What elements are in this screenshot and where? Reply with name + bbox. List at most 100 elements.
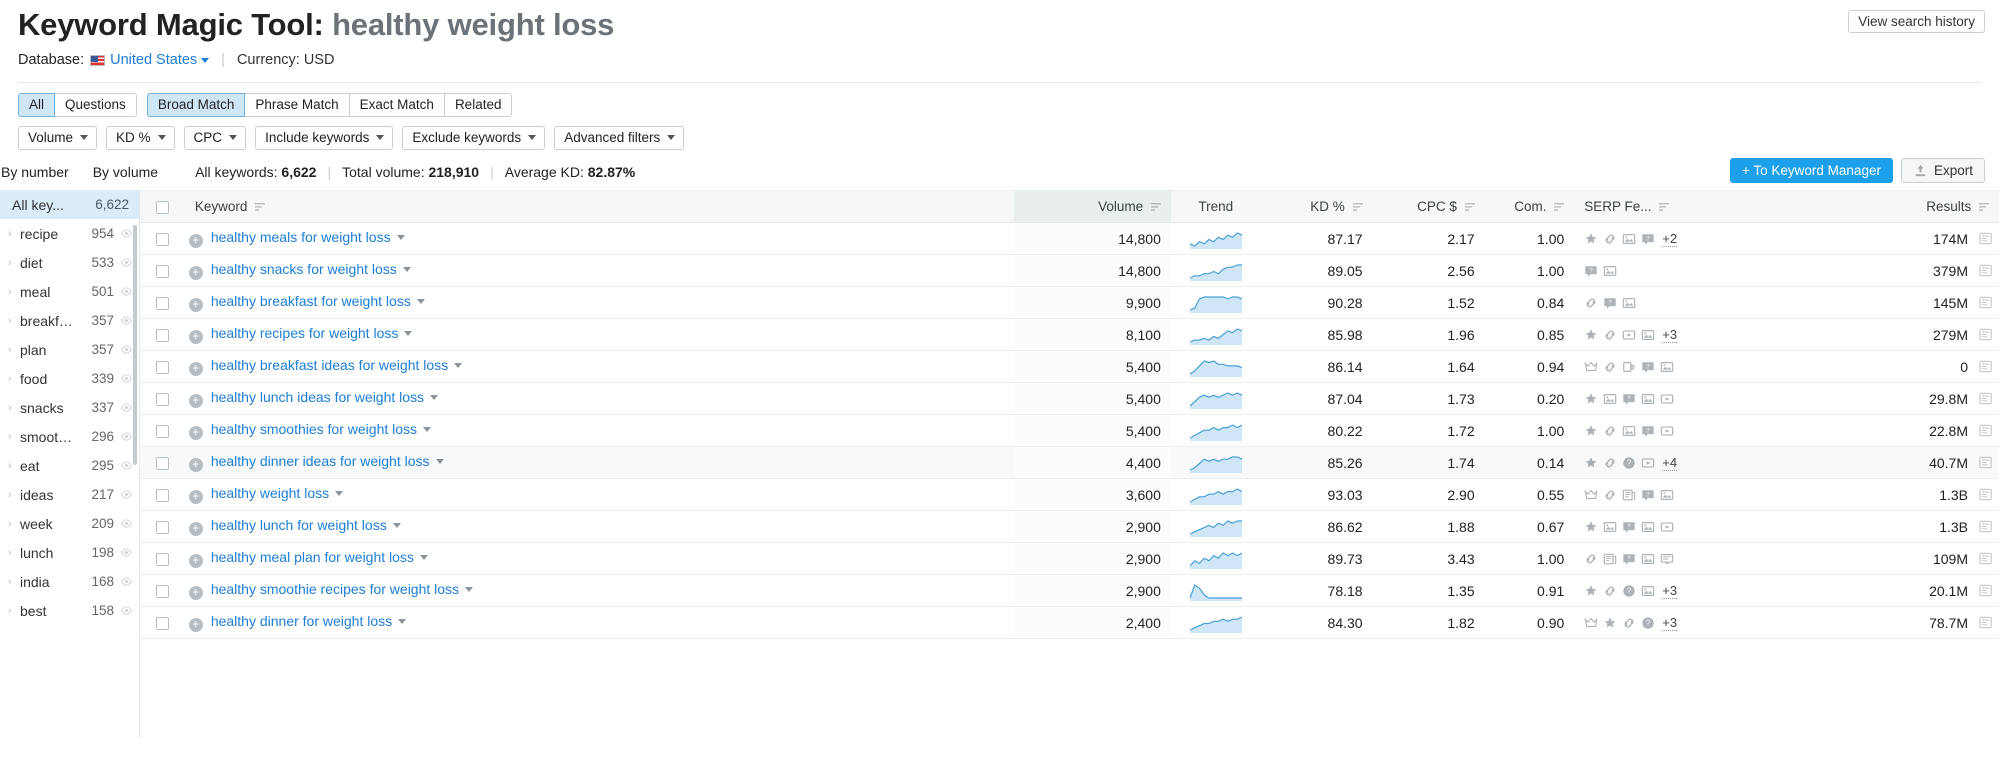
keyword-link[interactable]: healthy recipes for weight loss: [211, 325, 399, 341]
keyword-link[interactable]: healthy smoothies for weight loss: [211, 421, 417, 437]
table-row[interactable]: +healthy smoothie recipes for weight los…: [140, 575, 1999, 607]
eye-icon[interactable]: [120, 256, 133, 269]
serp-star-icon[interactable]: [1584, 456, 1598, 470]
row-checkbox[interactable]: [156, 489, 169, 502]
serp-link-icon[interactable]: [1603, 488, 1617, 502]
keyword-link[interactable]: healthy lunch for weight loss: [211, 517, 387, 533]
serp-question-icon[interactable]: ?: [1622, 456, 1636, 470]
table-row[interactable]: +healthy lunch for weight loss2,90086.62…: [140, 511, 1999, 543]
row-checkbox[interactable]: [156, 457, 169, 470]
serp-star-icon[interactable]: [1603, 616, 1617, 630]
eye-icon[interactable]: [120, 401, 133, 414]
sidebar-scrollbar[interactable]: [133, 225, 137, 465]
serp-image-icon[interactable]: [1641, 328, 1655, 342]
serp-preview-icon[interactable]: [1978, 615, 1993, 630]
tab-phrase-match[interactable]: Phrase Match: [245, 93, 349, 117]
serp-link-icon[interactable]: [1603, 456, 1617, 470]
keyword-link[interactable]: healthy smoothie recipes for weight loss: [211, 581, 459, 597]
serp-preview-icon[interactable]: [1978, 391, 1993, 406]
serp-more-link[interactable]: +3: [1662, 583, 1677, 599]
keyword-link[interactable]: healthy meal plan for weight loss: [211, 549, 414, 565]
select-all-checkbox[interactable]: [156, 201, 169, 214]
table-row[interactable]: +healthy recipes for weight loss8,10085.…: [140, 319, 1999, 351]
serp-preview-icon[interactable]: [1978, 519, 1993, 534]
row-select-cell[interactable]: [140, 319, 185, 351]
serp-star-icon[interactable]: [1584, 424, 1598, 438]
sidebar-item-ideas[interactable]: ›ideas217: [0, 480, 139, 509]
add-keyword-icon[interactable]: +: [189, 618, 203, 632]
row-checkbox[interactable]: [156, 361, 169, 374]
eye-icon[interactable]: [120, 430, 133, 443]
keyword-menu-icon[interactable]: [430, 395, 438, 400]
sidebar-item-breakf[interactable]: ›breakf…357: [0, 306, 139, 335]
tab-questions[interactable]: Questions: [55, 93, 137, 117]
keyword-menu-icon[interactable]: [417, 299, 425, 304]
serp-faq-icon[interactable]: ?: [1641, 232, 1655, 246]
serp-image-icon[interactable]: [1622, 232, 1636, 246]
table-row[interactable]: +healthy meal plan for weight loss2,9008…: [140, 543, 1999, 575]
keyword-menu-icon[interactable]: [397, 235, 405, 240]
keyword-link[interactable]: healthy meals for weight loss: [211, 229, 391, 245]
serp-more-link[interactable]: +3: [1662, 327, 1677, 343]
filter-advanced[interactable]: Advanced filters: [554, 126, 684, 150]
keyword-link[interactable]: healthy dinner ideas for weight loss: [211, 453, 430, 469]
keyword-menu-icon[interactable]: [436, 459, 444, 464]
keyword-link[interactable]: healthy breakfast for weight loss: [211, 293, 411, 309]
add-keyword-icon[interactable]: +: [189, 458, 203, 472]
serp-image-icon[interactable]: [1660, 488, 1674, 502]
chevron-down-icon[interactable]: [201, 58, 209, 63]
tab-related[interactable]: Related: [445, 93, 513, 117]
sidebar-item-eat[interactable]: ›eat295: [0, 451, 139, 480]
serp-link-icon[interactable]: [1603, 584, 1617, 598]
serp-crown-icon[interactable]: [1584, 616, 1598, 630]
serp-link-icon[interactable]: [1603, 360, 1617, 374]
serp-preview-icon[interactable]: [1978, 359, 1993, 374]
serp-link-icon[interactable]: [1584, 552, 1598, 566]
row-select-cell[interactable]: [140, 255, 185, 287]
row-checkbox[interactable]: [156, 233, 169, 246]
to-keyword-manager-button[interactable]: + To Keyword Manager: [1730, 158, 1893, 183]
eye-icon[interactable]: [120, 517, 133, 530]
serp-image-icon[interactable]: [1641, 392, 1655, 406]
sidebar-item-all-keywords[interactable]: All key... 6,622: [0, 190, 139, 219]
tab-broad-match[interactable]: Broad Match: [147, 93, 246, 117]
export-button[interactable]: Export: [1901, 158, 1985, 183]
keyword-menu-icon[interactable]: [420, 555, 428, 560]
row-checkbox[interactable]: [156, 393, 169, 406]
keyword-link[interactable]: healthy weight loss: [211, 485, 329, 501]
serp-star-icon[interactable]: [1584, 232, 1598, 246]
row-checkbox[interactable]: [156, 617, 169, 630]
eye-icon[interactable]: [120, 372, 133, 385]
serp-preview-icon[interactable]: [1978, 423, 1993, 438]
eye-icon[interactable]: [120, 459, 133, 472]
sidebar-item-smoot[interactable]: ›smoot…296: [0, 422, 139, 451]
row-select-cell[interactable]: [140, 511, 185, 543]
serp-video-icon[interactable]: [1660, 392, 1674, 406]
add-keyword-icon[interactable]: +: [189, 394, 203, 408]
serp-star-icon[interactable]: [1584, 328, 1598, 342]
row-select-cell[interactable]: [140, 415, 185, 447]
serp-preview-icon[interactable]: [1978, 231, 1993, 246]
serp-carousel-icon[interactable]: [1622, 360, 1636, 374]
serp-image-icon[interactable]: [1641, 584, 1655, 598]
keyword-link[interactable]: healthy breakfast ideas for weight loss: [211, 357, 448, 373]
select-all-header[interactable]: [140, 191, 185, 223]
serp-video-icon[interactable]: [1622, 328, 1636, 342]
view-search-history-button[interactable]: View search history: [1848, 10, 1985, 33]
table-row[interactable]: +healthy smoothies for weight loss5,4008…: [140, 415, 1999, 447]
serp-news-icon[interactable]: [1603, 552, 1617, 566]
serp-image-icon[interactable]: [1603, 392, 1617, 406]
column-cpc[interactable]: CPC $: [1373, 191, 1485, 223]
serp-link-icon[interactable]: [1603, 328, 1617, 342]
row-select-cell[interactable]: [140, 543, 185, 575]
sidebar-item-food[interactable]: ›food339: [0, 364, 139, 393]
column-volume[interactable]: Volume: [1014, 191, 1171, 223]
database-select[interactable]: United States: [110, 52, 197, 68]
sidebar-item-meal[interactable]: ›meal501: [0, 277, 139, 306]
serp-question-icon[interactable]: ?: [1622, 584, 1636, 598]
table-row[interactable]: +healthy breakfast for weight loss9,9009…: [140, 287, 1999, 319]
serp-preview-icon[interactable]: [1978, 295, 1993, 310]
sidebar-item-india[interactable]: ›india168: [0, 567, 139, 596]
serp-star-icon[interactable]: [1584, 584, 1598, 598]
keyword-menu-icon[interactable]: [403, 267, 411, 272]
